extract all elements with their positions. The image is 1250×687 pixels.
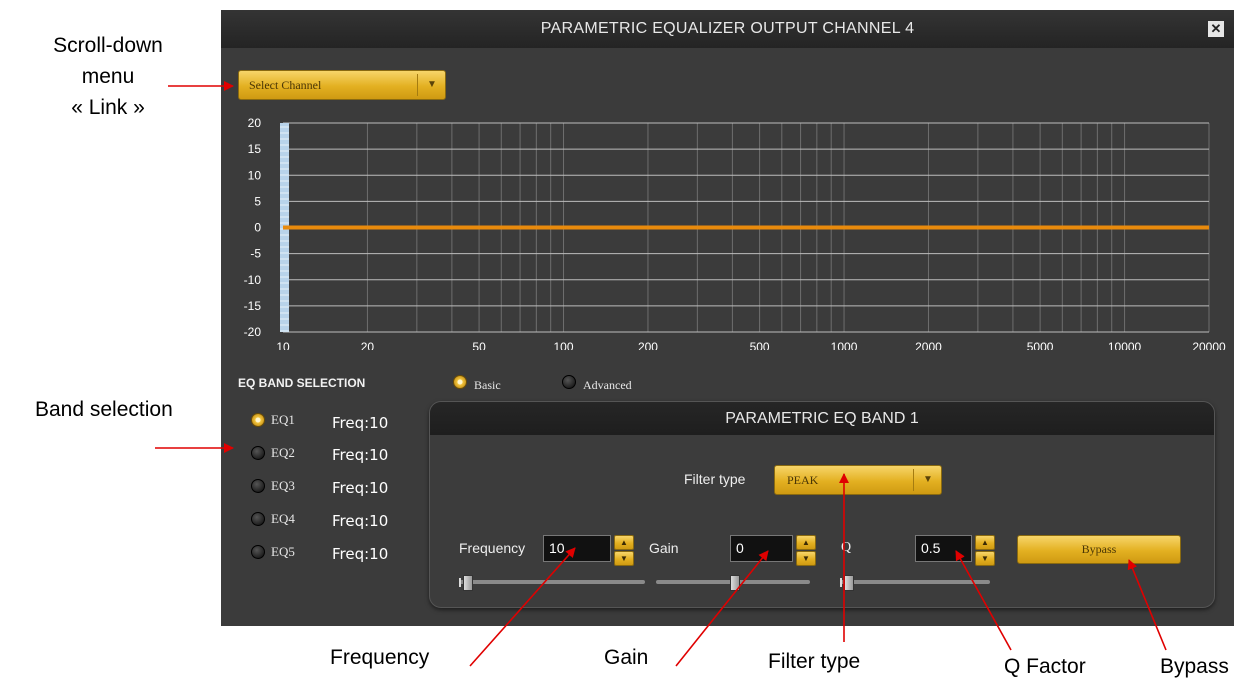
filter-type-label: Filter type bbox=[684, 471, 746, 487]
band-name-eq2: EQ2 bbox=[271, 445, 295, 460]
x-tick-label: 10000 bbox=[1108, 340, 1142, 350]
y-tick-label: 5 bbox=[254, 194, 261, 208]
x-tick-label: 20 bbox=[361, 340, 375, 350]
slider-thumb[interactable] bbox=[463, 575, 473, 591]
band-name-eq1: EQ1 bbox=[271, 412, 295, 427]
y-tick-label: -20 bbox=[244, 325, 262, 339]
y-tick-label: 15 bbox=[248, 142, 262, 156]
q-label: Q bbox=[841, 540, 852, 555]
band-radio-eq1[interactable] bbox=[251, 413, 265, 427]
band-panel-titlebar: PARAMETRIC EQ BAND 1 bbox=[430, 402, 1214, 435]
q-up-icon[interactable]: ▲ bbox=[975, 535, 995, 550]
annotation-bypass: Bypass bbox=[1160, 655, 1229, 678]
mode-advanced-radio[interactable] bbox=[562, 375, 576, 389]
filter-type-dropdown[interactable]: PEAK ▼ bbox=[774, 465, 942, 495]
band-freq-eq3: Freq:10 bbox=[332, 479, 389, 497]
band-freq-eq4: Freq:10 bbox=[332, 512, 389, 530]
x-tick-label: 50 bbox=[472, 340, 486, 350]
y-tick-label: 0 bbox=[254, 221, 261, 235]
annotation-band-selection: Band selection bbox=[35, 398, 173, 421]
q-spinner: 0.5 ▲ ▼ bbox=[915, 535, 999, 566]
frequency-slider[interactable] bbox=[459, 575, 645, 591]
gain-down-icon[interactable]: ▼ bbox=[796, 551, 816, 566]
annotation-scroll-down-menu: Scroll-down menu « Link » bbox=[53, 34, 163, 119]
band-name-eq5: EQ5 bbox=[271, 544, 295, 559]
chevron-down-icon: ▼ bbox=[427, 79, 437, 90]
slider-track bbox=[459, 580, 645, 584]
close-icon[interactable]: ✕ bbox=[1208, 21, 1224, 37]
q-spin-buttons: ▲ ▼ bbox=[975, 535, 995, 566]
band-freq-eq2: Freq:10 bbox=[332, 446, 389, 464]
y-tick-label: 10 bbox=[248, 168, 262, 182]
band-radio-eq4[interactable] bbox=[251, 512, 265, 526]
y-tick-label: 20 bbox=[248, 116, 262, 130]
x-tick-label: 5000 bbox=[1027, 340, 1054, 350]
x-tick-label: 200 bbox=[638, 340, 658, 350]
eq-band-selection-header: EQ BAND SELECTION bbox=[238, 376, 366, 390]
band-name-eq3: EQ3 bbox=[271, 478, 295, 493]
gain-spinner: 0 ▲ ▼ bbox=[730, 535, 818, 566]
gain-up-icon[interactable]: ▲ bbox=[796, 535, 816, 550]
annotation-q-factor: Q Factor bbox=[1004, 655, 1086, 678]
band-freq-eq5: Freq:10 bbox=[332, 545, 389, 563]
dropdown-separator bbox=[913, 469, 914, 491]
x-tick-label: 500 bbox=[750, 340, 770, 350]
slider-thumb[interactable] bbox=[730, 575, 740, 591]
band-name-eq4: EQ4 bbox=[271, 511, 295, 526]
dropdown-separator bbox=[417, 74, 418, 96]
q-input[interactable]: 0.5 bbox=[915, 535, 972, 562]
gain-input[interactable]: 0 bbox=[730, 535, 793, 562]
annotation-gain: Gain bbox=[604, 646, 649, 669]
equalizer-window: PARAMETRIC EQUALIZER OUTPUT CHANNEL 4 ✕ … bbox=[221, 10, 1234, 626]
band-radio-eq2[interactable] bbox=[251, 446, 265, 460]
frequency-spinner: 10 ▲ ▼ bbox=[543, 535, 636, 566]
chevron-down-icon: ▼ bbox=[923, 474, 933, 485]
band-radio-eq5[interactable] bbox=[251, 545, 265, 559]
frequency-down-icon[interactable]: ▼ bbox=[614, 551, 634, 566]
frequency-label: Frequency bbox=[459, 540, 526, 556]
band-freq-eq1: Freq:10 bbox=[332, 414, 389, 432]
window-title: PARAMETRIC EQUALIZER OUTPUT CHANNEL 4 bbox=[540, 20, 915, 37]
filter-type-value: PEAK bbox=[787, 473, 819, 487]
annotation-frequency: Frequency bbox=[330, 646, 430, 669]
frequency-spin-buttons: ▲ ▼ bbox=[614, 535, 634, 566]
slider-track bbox=[840, 580, 990, 584]
x-tick-label: 100 bbox=[554, 340, 574, 350]
gain-spin-buttons: ▲ ▼ bbox=[796, 535, 816, 566]
band-parameters-panel: PARAMETRIC EQ BAND 1 Filter type PEAK ▼ … bbox=[429, 401, 1215, 608]
frequency-up-icon[interactable]: ▲ bbox=[614, 535, 634, 550]
band-radio-eq3[interactable] bbox=[251, 479, 265, 493]
x-tick-label: 1000 bbox=[831, 340, 858, 350]
y-tick-label: -5 bbox=[250, 247, 261, 261]
gain-label: Gain bbox=[649, 540, 679, 556]
bypass-button[interactable]: Bypass bbox=[1017, 535, 1181, 564]
mode-basic-radio[interactable] bbox=[453, 375, 467, 389]
y-tick-label: -15 bbox=[244, 299, 262, 313]
q-down-icon[interactable]: ▼ bbox=[975, 551, 995, 566]
x-tick-label: 20000 bbox=[1192, 340, 1226, 350]
q-slider[interactable] bbox=[840, 575, 990, 591]
slider-thumb[interactable] bbox=[844, 575, 854, 591]
window-titlebar: PARAMETRIC EQUALIZER OUTPUT CHANNEL 4 ✕ bbox=[221, 10, 1234, 48]
x-tick-label: 10 bbox=[276, 340, 290, 350]
channel-select-label: Select Channel bbox=[249, 78, 322, 92]
y-tick-label: -10 bbox=[244, 273, 262, 287]
x-tick-label: 2000 bbox=[915, 340, 942, 350]
annotation-filter-type: Filter type bbox=[768, 650, 861, 673]
gain-slider[interactable] bbox=[656, 575, 810, 591]
channel-select-dropdown[interactable]: Select Channel ▼ bbox=[238, 70, 446, 100]
mode-advanced-label: Advanced bbox=[583, 378, 632, 392]
frequency-input[interactable]: 10 bbox=[543, 535, 611, 562]
frequency-response-chart: 20151050-5-10-15-2010 20 50 100 200 500 1000 20… bbox=[244, 116, 1226, 350]
band-panel-title: PARAMETRIC EQ BAND 1 bbox=[725, 410, 919, 427]
mode-basic-label: Basic bbox=[474, 378, 501, 392]
